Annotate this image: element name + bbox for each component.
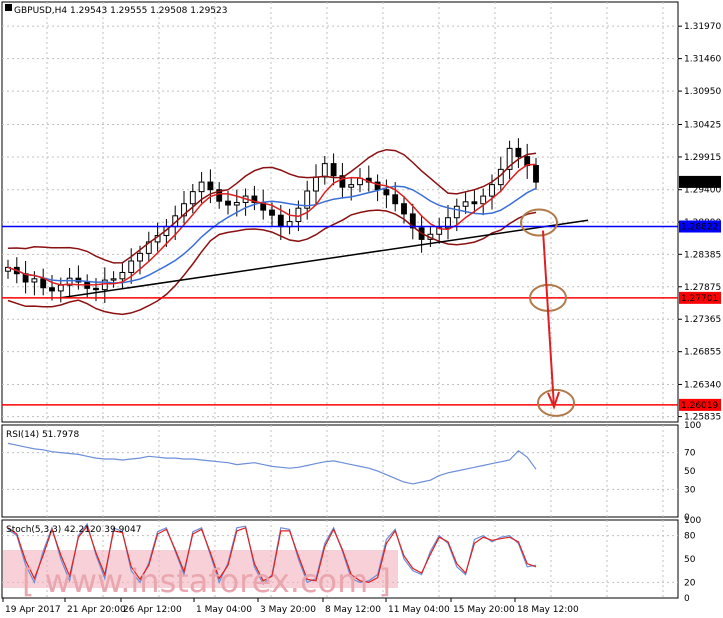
x-tick-label: 3 May 20:00 bbox=[260, 605, 316, 615]
candle-body bbox=[189, 191, 196, 205]
candle-body bbox=[93, 287, 99, 291]
rsi-label: RSI(14) 51.7978 bbox=[6, 430, 79, 440]
candle-body bbox=[119, 271, 126, 280]
rsi-tick-label: 30 bbox=[684, 485, 696, 495]
candle-body bbox=[392, 194, 399, 205]
rsi-tick-label: 100 bbox=[684, 421, 701, 431]
y-tick-label: 1.31460 bbox=[684, 55, 721, 65]
candle-body bbox=[453, 205, 460, 219]
candle-body bbox=[225, 200, 231, 206]
y-tick-label: 1.26340 bbox=[684, 380, 721, 390]
candle-body bbox=[137, 252, 143, 262]
candle-body bbox=[49, 287, 55, 292]
candle-body bbox=[198, 181, 205, 193]
y-tick-label: 1.27875 bbox=[684, 283, 721, 293]
price-marker-label: 1.29523 bbox=[681, 178, 718, 188]
x-tick-label: 8 May 12:00 bbox=[325, 605, 381, 615]
candle-body bbox=[313, 176, 319, 192]
y-tick-label: 1.26855 bbox=[684, 348, 721, 358]
x-tick-label: 26 Apr 12:00 bbox=[123, 605, 182, 615]
rsi-tick-label: 70 bbox=[684, 449, 696, 459]
price-marker-label: 1.26019 bbox=[681, 401, 718, 411]
stoch-tick-label: 50 bbox=[684, 555, 696, 565]
y-tick-label: 1.30425 bbox=[684, 121, 721, 131]
stoch-label: Stoch(5,3,3) 42.2120 39.9047 bbox=[6, 525, 141, 535]
candle-body bbox=[489, 184, 495, 197]
stoch-tick-label: 80 bbox=[684, 532, 696, 542]
candle-body bbox=[110, 278, 117, 281]
price-marker-label: 1.28822 bbox=[681, 223, 718, 233]
candle-body bbox=[515, 147, 522, 158]
rsi-tick-label: 50 bbox=[684, 467, 696, 477]
candle-body bbox=[533, 165, 539, 183]
candle-body bbox=[348, 184, 355, 188]
stoch-tick-label: 20 bbox=[684, 578, 696, 588]
x-tick-label: 1 May 04:00 bbox=[196, 605, 252, 615]
candle-body bbox=[31, 278, 38, 283]
candle-body bbox=[40, 278, 47, 289]
candle-body bbox=[269, 209, 275, 216]
y-tick-label: 1.28385 bbox=[684, 250, 721, 260]
candle-body bbox=[207, 181, 214, 191]
y-tick-label: 1.31970 bbox=[684, 22, 721, 32]
candle-body bbox=[462, 201, 469, 207]
candle-body bbox=[128, 260, 135, 273]
stoch-tick-label: 100 bbox=[684, 516, 701, 526]
y-tick-label: 1.29915 bbox=[684, 153, 721, 163]
x-tick-label: 21 Apr 20:00 bbox=[67, 605, 126, 615]
candle-body bbox=[330, 163, 337, 177]
candle-body bbox=[383, 189, 390, 196]
x-tick-label: 11 May 04:00 bbox=[388, 605, 450, 615]
price-marker-label: 1.27701 bbox=[681, 294, 718, 304]
stoch-tick-label: 0 bbox=[684, 594, 690, 604]
y-tick-label: 1.30950 bbox=[684, 87, 721, 97]
x-tick-label: 15 May 20:00 bbox=[453, 605, 515, 615]
watermark-text: [ www.instaforex.com ] bbox=[22, 562, 391, 600]
gbpusd-h4-chart[interactable]: 1.319701.314601.309501.304251.299151.294… bbox=[0, 0, 723, 618]
chart-header: GBPUSD,H4 1.29543 1.29555 1.29508 1.2952… bbox=[14, 6, 227, 16]
y-tick-label: 1.27365 bbox=[684, 315, 721, 325]
x-tick-label: 18 May 12:00 bbox=[517, 605, 579, 615]
candle-body bbox=[480, 195, 487, 205]
candle-body bbox=[233, 201, 240, 206]
menu-arrow-icon bbox=[5, 4, 12, 11]
candle-body bbox=[401, 203, 407, 215]
candle-body bbox=[57, 284, 64, 292]
candle-body bbox=[471, 201, 478, 205]
x-tick-label: 19 Apr 2017 bbox=[5, 605, 61, 615]
candle-body bbox=[277, 214, 284, 228]
candle-body bbox=[321, 163, 328, 178]
